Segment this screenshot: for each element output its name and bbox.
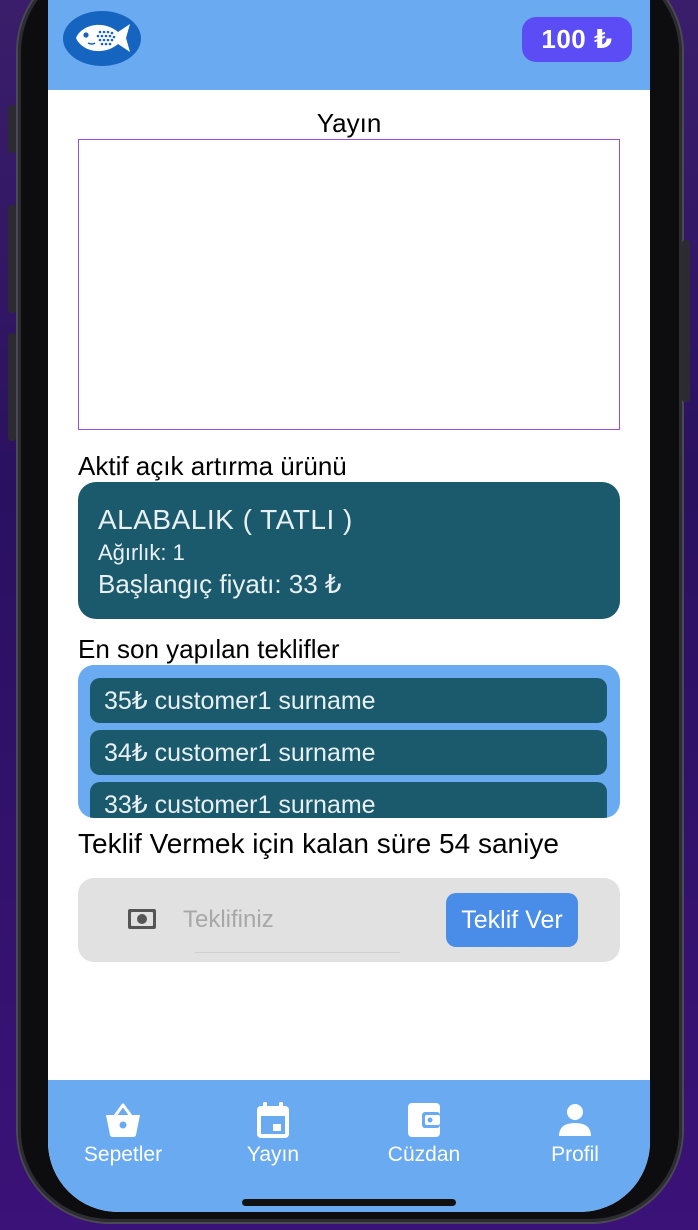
tab-label: Profil <box>551 1143 599 1166</box>
phone-side-button <box>8 205 16 313</box>
product-name: ALABALIK ( TATLI ) <box>98 504 353 535</box>
recent-bids-title: En son yapılan teklifler <box>78 634 340 664</box>
active-product-title: Aktif açık artırma ürünü <box>78 451 347 481</box>
bid-list-item: 34₺ customer1 surname <box>90 730 607 775</box>
active-product-card: ALABALIK ( TATLI ) Ağırlık: 1 Başlangıç … <box>78 482 620 619</box>
product-start-price: Başlangıç fiyatı: 33 ₺ <box>98 569 342 599</box>
phone-side-button <box>8 105 16 153</box>
bid-countdown-text: Teklif Vermek için kalan süre 54 saniye <box>78 828 559 859</box>
wallet-balance-badge[interactable]: 100 ₺ <box>522 17 632 62</box>
bid-list-item: 35₺ customer1 surname <box>90 678 607 723</box>
fish-logo-icon[interactable] <box>62 10 142 67</box>
stream-title: Yayın <box>316 108 382 138</box>
tab-label: Cüzdan <box>387 1143 461 1166</box>
submit-bid-button[interactable]: Teklif Ver <box>446 893 578 947</box>
app-header: 100 ₺ <box>48 0 650 90</box>
bid-list-item: 33₺ customer1 surname <box>90 782 607 818</box>
basket-icon <box>106 1103 140 1137</box>
home-indicator <box>242 1199 456 1206</box>
tab-sepetler[interactable]: Sepetler <box>63 1100 183 1167</box>
wallet-icon <box>408 1103 440 1137</box>
input-underline <box>195 952 400 953</box>
tab-cuzdan[interactable]: Cüzdan <box>364 1100 484 1167</box>
bid-amount-input[interactable] <box>183 900 403 940</box>
tab-yayin[interactable]: Yayın <box>213 1100 333 1167</box>
calendar-icon <box>257 1102 289 1138</box>
phone-side-button <box>682 240 690 402</box>
money-icon <box>128 909 156 929</box>
bottom-tab-bar: Sepetler Yayın Cüzdan Profil <box>48 1080 650 1212</box>
tab-label: Yayın <box>246 1143 300 1166</box>
recent-bids-list[interactable]: 35₺ customer1 surname 34₺ customer1 surn… <box>78 665 620 818</box>
tab-label: Sepetler <box>83 1143 163 1166</box>
bid-form: Teklif Ver <box>78 878 620 962</box>
stream-video-area[interactable] <box>78 139 620 430</box>
phone-side-button <box>8 333 16 441</box>
person-icon <box>559 1104 591 1136</box>
product-weight: Ağırlık: 1 <box>98 540 185 565</box>
tab-profil[interactable]: Profil <box>515 1100 635 1167</box>
app-screen: 100 ₺ Yayın Aktif açık artırma ürünü ALA… <box>48 0 650 1212</box>
